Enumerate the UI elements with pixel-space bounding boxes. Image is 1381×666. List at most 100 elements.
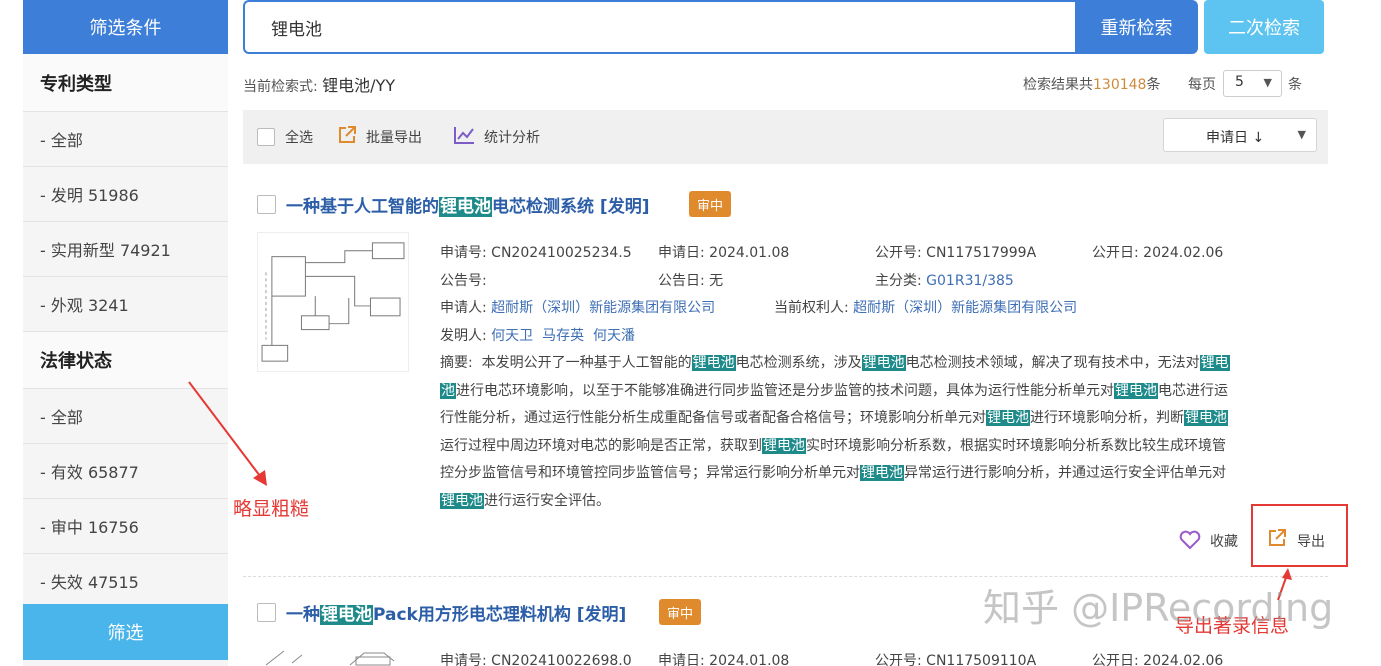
per-page-select[interactable]: 5 ▼ xyxy=(1223,70,1282,97)
per-page-value: 5 xyxy=(1235,74,1244,90)
search-input[interactable]: 锂电池 xyxy=(243,0,1076,54)
title-text: 一种 xyxy=(286,605,320,625)
patent-type-heading: 专利类型 xyxy=(23,54,228,111)
select-all-checkbox[interactable] xyxy=(257,128,275,146)
abstract-text: 进行环境影响分析，判断 xyxy=(1030,410,1184,426)
sidebar-title: 筛选条件 xyxy=(23,0,228,54)
abstract-line: 锂电池进行运行安全评估。 xyxy=(440,488,1308,516)
field-label: 主分类: xyxy=(875,273,922,289)
query-label: 当前检索式: xyxy=(243,79,318,95)
field-label: 申请号: xyxy=(440,653,487,666)
application-number: 申请号: CN202410025234.5 xyxy=(440,242,632,262)
abstract-text: 本发明公开了一种基于人工智能的 xyxy=(481,355,692,371)
abstract-highlight: 锂电池 xyxy=(1184,410,1228,426)
annotation-arrow-icon xyxy=(188,381,267,486)
status-badge: 审中 xyxy=(659,599,702,625)
filter-sidebar: 筛选条件 专利类型 - 全部 - 发明 51986 - 实用新型 74921 -… xyxy=(23,0,228,666)
field-label: 申请人: xyxy=(440,300,487,316)
abstract-highlight: 锂电池 xyxy=(440,492,484,509)
sidebar-item-design[interactable]: - 外观 3241 xyxy=(23,276,228,331)
field-label: 公告日: xyxy=(658,273,705,289)
result-checkbox[interactable] xyxy=(257,603,276,622)
abstract-line: 摘要: 本发明公开了一种基于人工智能的锂电池电芯检测系统，涉及锂电池电芯检测技术… xyxy=(440,350,1308,378)
patent-drawing-thumbnail[interactable] xyxy=(262,645,410,666)
filter-button[interactable]: 筛选 xyxy=(23,604,228,660)
field-label: 发明人: xyxy=(440,328,487,344)
result-toolbar: 全选 批量导出 统计分析 申请日 ↓ ▼ xyxy=(243,110,1328,164)
abstract-highlight: 锂电池 xyxy=(762,437,806,454)
sidebar-item-invalid[interactable]: - 失效 47515 xyxy=(23,553,228,608)
abstract-text: 行性能分析，通过运行性能分析生成重配备信号或者配备合格信号；环境影响分析单元对 xyxy=(440,410,986,426)
annotation-rough: 略显粗糙 xyxy=(233,498,310,520)
result-title[interactable]: 一种锂电池Pack用方形电芯理料机构 [发明] xyxy=(286,600,626,625)
abstract-line: 行性能分析，通过运行性能分析生成重配备信号或者配备合格信号；环境影响分析单元对锂… xyxy=(440,405,1308,433)
sort-select[interactable]: 申请日 ↓ ▼ xyxy=(1163,118,1317,152)
result-count-prefix: 检索结果共 xyxy=(1023,77,1093,93)
field-label: 公开日: xyxy=(1092,245,1139,261)
field-label: 公开日: xyxy=(1092,653,1139,666)
title-highlight: 锂电池 xyxy=(320,605,373,625)
dropdown-arrow-icon: ▼ xyxy=(1297,128,1306,141)
result-checkbox[interactable] xyxy=(257,195,276,214)
abstract-text: 进行电芯环境影响，以至于不能够准确进行同步监管还是分步监管的技术问题，具体为运行… xyxy=(456,382,1114,399)
result-count-number: 130148 xyxy=(1093,77,1147,93)
watermark: 知乎 @IPRecording xyxy=(983,586,1334,630)
abstract-line: 池进行电芯环境影响，以至于不能够准确进行同步监管还是分步监管的技术问题，具体为运… xyxy=(440,378,1308,406)
inventor-links[interactable]: 何天卫 马存英 何天潘 xyxy=(491,328,635,344)
abstract-line: 运行过程中周边环境对电芯的影响是否正常，获取到锂电池实时环境影响分析系数，根据实… xyxy=(440,433,1308,461)
annotation-highlight-box xyxy=(1251,504,1348,567)
abstract-highlight: 锂电池 xyxy=(986,410,1030,426)
patent-drawing-thumbnail[interactable] xyxy=(257,232,409,372)
applicant-link[interactable]: 超耐斯（深圳）新能源集团有限公司 xyxy=(491,300,715,316)
application-number: 申请号: CN202410022698.0 xyxy=(440,650,632,666)
owner-link[interactable]: 超耐斯（深圳）新能源集团有限公司 xyxy=(853,300,1077,316)
abstract-highlight: 锂电 xyxy=(1199,355,1230,371)
sidebar-item-invention[interactable]: - 发明 51986 xyxy=(23,166,228,221)
field-value: CN117517999A xyxy=(926,245,1037,261)
field-value: CN117509110A xyxy=(926,653,1037,666)
publication-date: 公开日: 2024.02.06 xyxy=(1092,242,1223,262)
field-value: 2024.02.06 xyxy=(1143,245,1224,261)
export-icon xyxy=(339,126,356,143)
result-title[interactable]: 一种基于人工智能的锂电池电芯检测系统 [发明] xyxy=(286,192,649,217)
field-value: 2024.01.08 xyxy=(709,653,790,666)
sidebar-item-pending[interactable]: - 审中 16756 xyxy=(23,498,228,553)
title-text: 一种基于人工智能的 xyxy=(286,197,439,217)
secondary-search-button[interactable]: 二次检索 xyxy=(1204,0,1324,54)
field-value: CN202410022698.0 xyxy=(491,653,632,666)
applicant: 申请人: 超耐斯（深圳）新能源集团有限公司 xyxy=(440,297,715,317)
application-date: 申请日: 2024.01.08 xyxy=(658,242,789,262)
abstract-text: 实时环境影响分析系数，根据实时环境影响分析系数比较生成环境管 xyxy=(806,437,1226,454)
query-value: 锂电池/YY xyxy=(322,76,396,95)
dropdown-arrow-icon: ▼ xyxy=(1263,76,1272,89)
result-count: 检索结果共130148条 xyxy=(1023,74,1160,94)
chart-icon xyxy=(454,127,474,144)
classification-link[interactable]: G01R31/385 xyxy=(926,273,1014,289)
field-value: 2024.02.06 xyxy=(1143,653,1224,666)
abstract-label: 摘要: xyxy=(440,355,473,371)
field-label: 申请号: xyxy=(440,245,487,261)
abstract-text: 电芯检测系统，涉及 xyxy=(735,355,862,371)
title-text: 电芯检测系统 [发明] xyxy=(492,197,650,217)
application-date: 申请日: 2024.01.08 xyxy=(658,650,789,666)
abstract-highlight: 锂电池 xyxy=(860,465,904,481)
statistics-button[interactable]: 统计分析 xyxy=(484,127,540,147)
query-expression: 当前检索式: 锂电池/YY xyxy=(243,72,395,96)
sidebar-item-type-all[interactable]: - 全部 xyxy=(23,111,228,166)
publication-number: 公开号: CN117509110A xyxy=(875,650,1036,666)
heart-icon[interactable] xyxy=(1179,530,1201,550)
favorite-button[interactable]: 收藏 xyxy=(1210,531,1238,551)
publication-number: 公开号: CN117517999A xyxy=(875,242,1036,262)
field-label: 当前权利人: xyxy=(774,300,849,316)
select-all-label[interactable]: 全选 xyxy=(285,127,313,147)
sidebar-item-utility-model[interactable]: - 实用新型 74921 xyxy=(23,221,228,276)
abstract-highlight: 锂电池 xyxy=(1114,382,1158,399)
abstract-highlight: 池 xyxy=(440,382,456,399)
result-count-suffix: 条 xyxy=(1146,77,1161,93)
batch-export-button[interactable]: 批量导出 xyxy=(366,127,422,147)
field-value: 2024.01.08 xyxy=(709,245,790,261)
abstract-text: 控分步监管信号和环境管控同步监管信号；异常运行影响分析单元对 xyxy=(440,465,860,481)
abstract: 摘要: 本发明公开了一种基于人工智能的锂电池电芯检测系统，涉及锂电池电芯检测技术… xyxy=(440,350,1308,515)
research-button[interactable]: 重新检索 xyxy=(1075,0,1198,54)
abstract-text: 运行过程中周边环境对电芯的影响是否正常，获取到 xyxy=(440,437,762,454)
